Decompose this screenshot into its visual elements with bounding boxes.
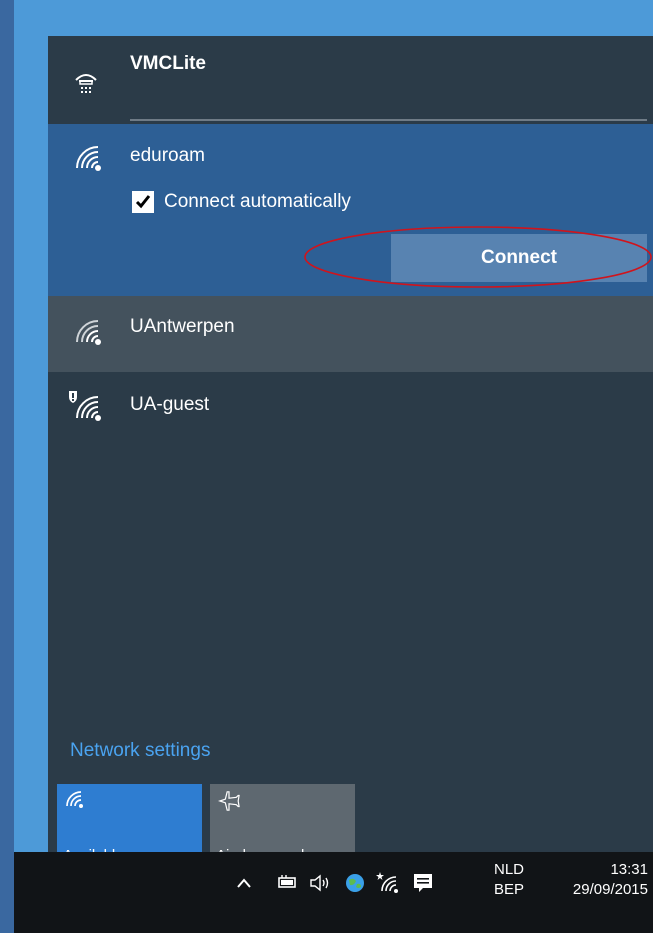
desktop-background-left [0, 0, 14, 933]
network-flyout: VMCLite eduroam Connect automatically Co… [48, 36, 653, 872]
network-item-vmclite[interactable]: VMCLite [48, 36, 653, 122]
clock-date: 29/09/2015 [572, 881, 648, 898]
connect-automatically-checkbox[interactable] [132, 191, 154, 213]
connect-automatically-label: Connect automatically [164, 191, 351, 212]
input-language-indicator[interactable]: NLD BEP [484, 860, 534, 900]
wifi-star-icon[interactable] [376, 871, 400, 898]
network-globe-icon[interactable] [344, 872, 366, 899]
network-name: UA-guest [130, 394, 210, 415]
network-name: eduroam [130, 145, 205, 166]
network-item-eduroam[interactable]: eduroam Connect automatically Connect [48, 124, 653, 296]
network-name: VMCLite [130, 53, 206, 74]
language-code: NLD [493, 861, 524, 878]
ethernet-phone-icon [74, 70, 98, 103]
network-name: UAntwerpen [130, 316, 235, 337]
clock[interactable]: 13:31 29/09/2015 [542, 860, 648, 900]
divider [130, 119, 647, 121]
airplane-icon [217, 790, 240, 817]
clock-time: 13:31 [610, 861, 648, 878]
checkmark-icon [135, 195, 151, 209]
action-center-icon[interactable] [412, 872, 434, 899]
wifi-icon [74, 144, 104, 179]
wifi-shield-icon [66, 388, 106, 429]
taskbar: NLD BEP 13:31 29/09/2015 [14, 852, 653, 933]
connect-automatically-row[interactable]: Connect automatically [132, 188, 351, 216]
desktop-background-strip [14, 36, 48, 852]
network-settings-link[interactable]: Network settings [70, 740, 210, 762]
keyboard-layout: BEP [493, 881, 524, 898]
network-item-uantwerpen[interactable]: UAntwerpen [48, 296, 653, 372]
desktop-background-top [14, 0, 653, 36]
battery-plug-icon[interactable] [276, 874, 298, 895]
speaker-icon[interactable] [309, 874, 333, 897]
chevron-up-icon[interactable] [236, 876, 252, 894]
network-item-ua-guest[interactable]: UA-guest [48, 372, 653, 444]
wifi-icon [74, 318, 104, 353]
connect-button[interactable]: Connect [391, 234, 647, 282]
wifi-icon [65, 790, 85, 815]
